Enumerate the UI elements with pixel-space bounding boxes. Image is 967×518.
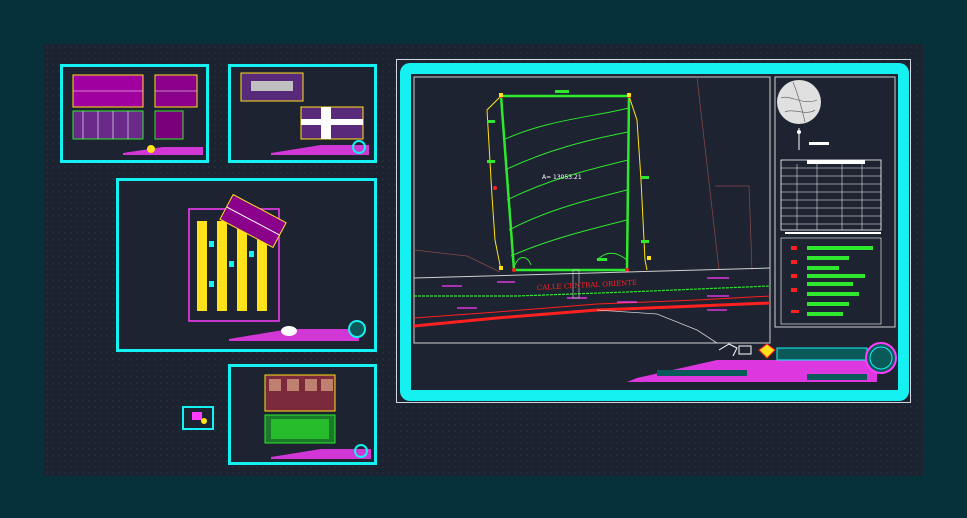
lot-boundary — [486, 90, 651, 272]
floor-plans-drawing — [240, 72, 369, 155]
location-map — [777, 80, 829, 150]
site-layout-drawing — [188, 193, 366, 341]
sheet-thumbnail-elevations[interactable] — [60, 64, 209, 163]
unit-plans-drawing — [264, 374, 371, 459]
legend — [780, 237, 882, 325]
street — [413, 267, 771, 344]
coordinates-table — [780, 159, 882, 234]
street-label: CALLE CENTRAL ORIENTE — [537, 279, 638, 292]
sheet-thumbnail-small-detail[interactable] — [182, 406, 214, 430]
area-label: A= 13053.21 — [542, 174, 582, 181]
site-plan-drawing: A= 13053.21 CALLE CENTRAL ORIENTE — [413, 76, 897, 382]
title-block — [627, 342, 897, 382]
small-detail-drawing — [192, 412, 207, 424]
sheet-thumbnail-floor-plans[interactable] — [228, 64, 377, 163]
main-sheet-frame[interactable]: A= 13053.21 CALLE CENTRAL ORIENTE — [396, 59, 911, 403]
elevations-drawing — [72, 74, 203, 155]
sheet-thumbnail-unit-plans[interactable] — [228, 364, 377, 465]
sheet-thumbnail-site-layout[interactable] — [116, 178, 377, 352]
